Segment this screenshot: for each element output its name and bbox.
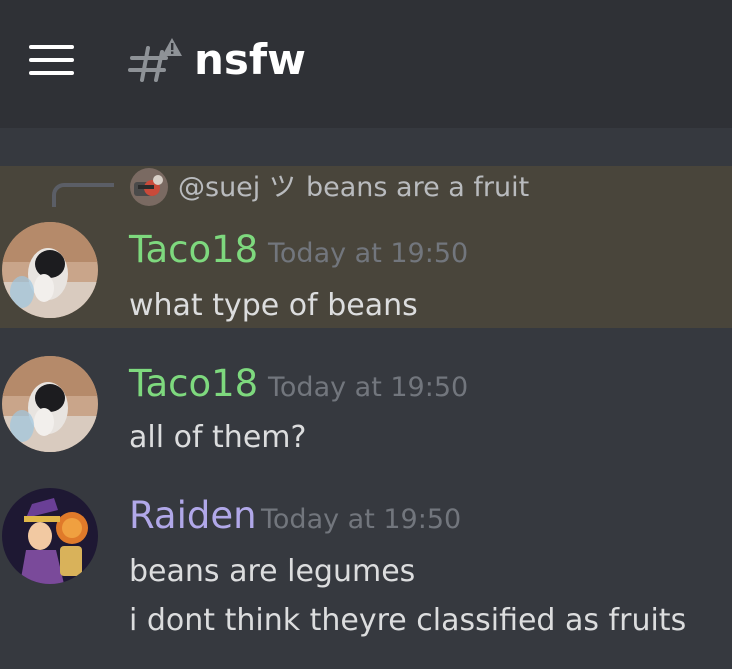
avatar-taco18[interactable] <box>2 356 98 452</box>
reply-author[interactable]: @suej ツ <box>178 170 296 206</box>
message-author[interactable]: Taco18 <box>129 226 258 274</box>
message-text: what type of beans <box>129 288 418 323</box>
message-timestamp: Today at 19:50 <box>268 238 469 269</box>
message-timestamp: Today at 19:50 <box>268 372 469 403</box>
avatar-taco18[interactable] <box>2 222 98 318</box>
message-text: i dont think theyre classified as fruits <box>129 603 687 638</box>
channel-name: nsfw <box>194 35 306 84</box>
channel-header: nsfw <box>0 0 732 128</box>
header-divider-gap <box>0 128 732 166</box>
message-text: all of them? <box>129 420 307 455</box>
message-author[interactable]: Taco18 <box>129 360 258 408</box>
message-timestamp: Today at 19:50 <box>261 504 462 535</box>
nsfw-text-channel-icon <box>128 38 182 82</box>
reply-message-preview[interactable]: beans are a fruit <box>306 170 529 206</box>
hamburger-menu-icon[interactable] <box>26 40 78 80</box>
reply-connector <box>52 183 114 207</box>
avatar-raiden[interactable] <box>2 488 98 584</box>
message-author[interactable]: Raiden <box>129 492 257 540</box>
reply-avatar[interactable] <box>130 168 168 206</box>
message-text: beans are legumes <box>129 554 416 589</box>
